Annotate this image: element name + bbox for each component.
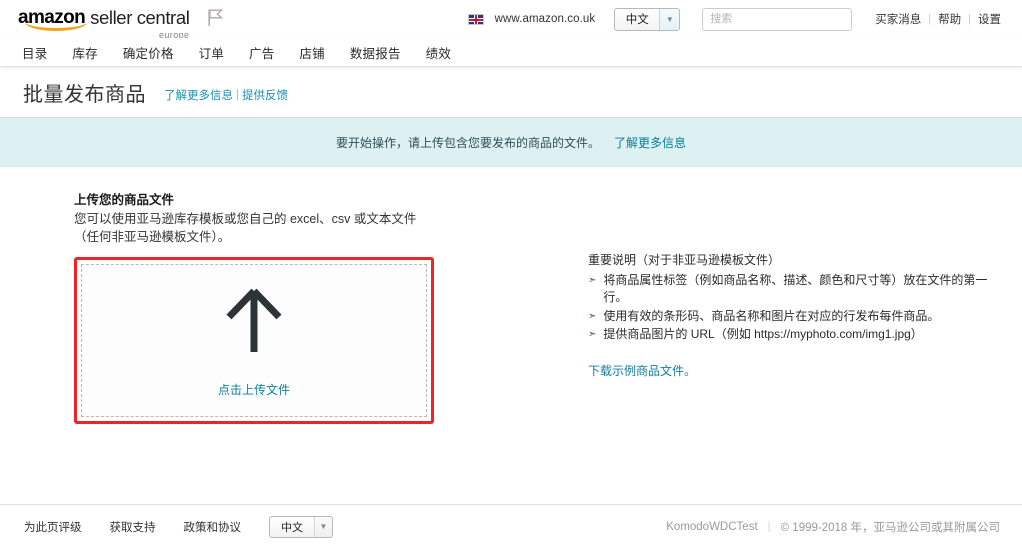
language-selector[interactable]: 中文 ▼ bbox=[614, 7, 681, 31]
info-banner-text: 要开始操作，请上传包含您要发布的商品的文件。 bbox=[335, 135, 600, 150]
page-title-bar: 批量发布商品 了解更多信息 | 提供反馈 bbox=[0, 67, 1022, 118]
instruction-item: ➣ 将商品属性标签（例如商品名称、描述、颜色和尺寸等）放在文件的第一行。 bbox=[588, 272, 1008, 307]
important-instructions: 重要说明（对于非亚马逊模板文件） ➣ 将商品属性标签（例如商品名称、描述、颜色和… bbox=[588, 252, 1008, 380]
instruction-text: 使用有效的条形码、商品名称和图片在对应的行发布每件商品。 bbox=[603, 308, 940, 323]
nav-item-reports[interactable]: 数据报告 bbox=[350, 43, 401, 62]
search-box[interactable] bbox=[702, 7, 853, 31]
give-feedback-link[interactable]: 提供反馈 bbox=[242, 87, 288, 103]
bullet-icon: ➣ bbox=[588, 329, 597, 340]
click-to-upload-link[interactable]: 点击上传文件 bbox=[218, 381, 290, 398]
instruction-text: 将商品属性标签（例如商品名称、描述、颜色和尺寸等）放在文件的第一行。 bbox=[603, 272, 988, 305]
page-title-links: 了解更多信息 | 提供反馈 bbox=[164, 87, 288, 103]
main-content: 上传您的商品文件 您可以使用亚马逊库存模板或您自己的 excel、csv 或文本… bbox=[0, 167, 1022, 467]
bullet-icon: ➣ bbox=[588, 274, 597, 286]
page-footer: 为此页评级 获取支持 政策和协议 中文 ▼ KomodoWDCTest | © … bbox=[0, 504, 1022, 548]
upload-dropzone-highlight: 点击上传文件 bbox=[74, 257, 434, 424]
learn-more-link[interactable]: 了解更多信息 bbox=[164, 87, 233, 103]
nav-item-catalog[interactable]: 目录 bbox=[22, 43, 47, 62]
footer-account-name: KomodoWDCTest bbox=[666, 520, 758, 533]
upload-section-header: 上传您的商品文件 您可以使用亚马逊库存模板或您自己的 excel、csv 或文本… bbox=[0, 189, 420, 246]
amazon-logo-text: amazon bbox=[18, 8, 87, 32]
info-banner: 要开始操作，请上传包含您要发布的商品的文件。 了解更多信息 bbox=[0, 118, 1022, 167]
footer-link-rate-page[interactable]: 为此页评级 bbox=[24, 519, 82, 535]
seller-central-wordmark: seller central europe bbox=[90, 8, 190, 40]
instruction-text: 提供商品图片的 URL（例如 https://myphoto.com/img1.… bbox=[603, 327, 923, 341]
header-link-settings[interactable]: 设置 bbox=[971, 11, 1008, 27]
header-right-group: www.amazon.co.uk 中文 ▼ 买家消息 | 帮助 | 设置 bbox=[467, 7, 1008, 31]
nav-item-inventory[interactable]: 库存 bbox=[72, 43, 97, 62]
footer-language-selector[interactable]: 中文 ▼ bbox=[269, 515, 333, 538]
language-selector-value: 中文 bbox=[625, 14, 649, 26]
instructions-title: 重要说明（对于非亚马逊模板文件） bbox=[588, 253, 781, 267]
pennant-flag-icon[interactable] bbox=[207, 8, 224, 32]
footer-link-policies[interactable]: 政策和协议 bbox=[184, 519, 242, 535]
header-link-buyer-messages[interactable]: 买家消息 bbox=[868, 11, 928, 27]
main-navigation: 目录 库存 确定价格 订单 广告 店铺 数据报告 绩效 bbox=[0, 38, 1022, 67]
top-header: amazon seller central europe www.amazon.… bbox=[0, 0, 1022, 40]
upload-description: 您可以使用亚马逊库存模板或您自己的 excel、csv 或文本文件（任何非亚马逊… bbox=[74, 212, 417, 244]
footer-link-get-support[interactable]: 获取支持 bbox=[110, 519, 156, 535]
footer-copyright: © 1999-2018 年，亚马逊公司或其附属公司 bbox=[780, 521, 1000, 534]
nav-item-advertising[interactable]: 广告 bbox=[249, 43, 274, 62]
instruction-item: ➣ 提供商品图片的 URL（例如 https://myphoto.com/img… bbox=[588, 326, 1008, 344]
chevron-down-icon: ▼ bbox=[314, 516, 332, 537]
footer-language-value: 中文 bbox=[281, 521, 303, 534]
title-link-separator: | bbox=[236, 88, 239, 101]
header-links: 买家消息 | 帮助 | 设置 bbox=[868, 11, 1008, 27]
upload-dropzone[interactable]: 点击上传文件 bbox=[81, 264, 427, 417]
nav-item-pricing[interactable]: 确定价格 bbox=[123, 43, 174, 62]
footer-meta: KomodoWDCTest | © 1999-2018 年，亚马逊公司或其附属公… bbox=[666, 519, 1000, 535]
info-banner-learn-more-link[interactable]: 了解更多信息 bbox=[614, 134, 686, 151]
bullet-icon: ➣ bbox=[588, 310, 597, 322]
chevron-down-icon: ▼ bbox=[659, 8, 680, 30]
nav-item-orders[interactable]: 订单 bbox=[199, 43, 224, 62]
seller-central-logo[interactable]: amazon seller central europe bbox=[18, 8, 190, 40]
nav-item-performance[interactable]: 绩效 bbox=[426, 43, 451, 62]
upload-heading: 上传您的商品文件 bbox=[74, 193, 175, 207]
amazon-smile-icon bbox=[25, 22, 87, 31]
marketplace-domain: www.amazon.co.uk bbox=[494, 13, 596, 25]
uk-flag-icon bbox=[467, 13, 484, 25]
upload-arrow-icon bbox=[226, 288, 282, 359]
instruction-item: ➣ 使用有效的条形码、商品名称和图片在对应的行发布每件商品。 bbox=[588, 308, 1008, 326]
page-title: 批量发布商品 bbox=[23, 83, 146, 106]
header-link-help[interactable]: 帮助 bbox=[931, 11, 968, 27]
nav-item-stores[interactable]: 店铺 bbox=[299, 43, 324, 62]
download-sample-file-link[interactable]: 下载示例商品文件。 bbox=[588, 363, 696, 381]
footer-links: 为此页评级 获取支持 政策和协议 中文 ▼ bbox=[24, 515, 333, 538]
footer-separator: | bbox=[767, 520, 771, 533]
search-input[interactable] bbox=[703, 8, 852, 30]
